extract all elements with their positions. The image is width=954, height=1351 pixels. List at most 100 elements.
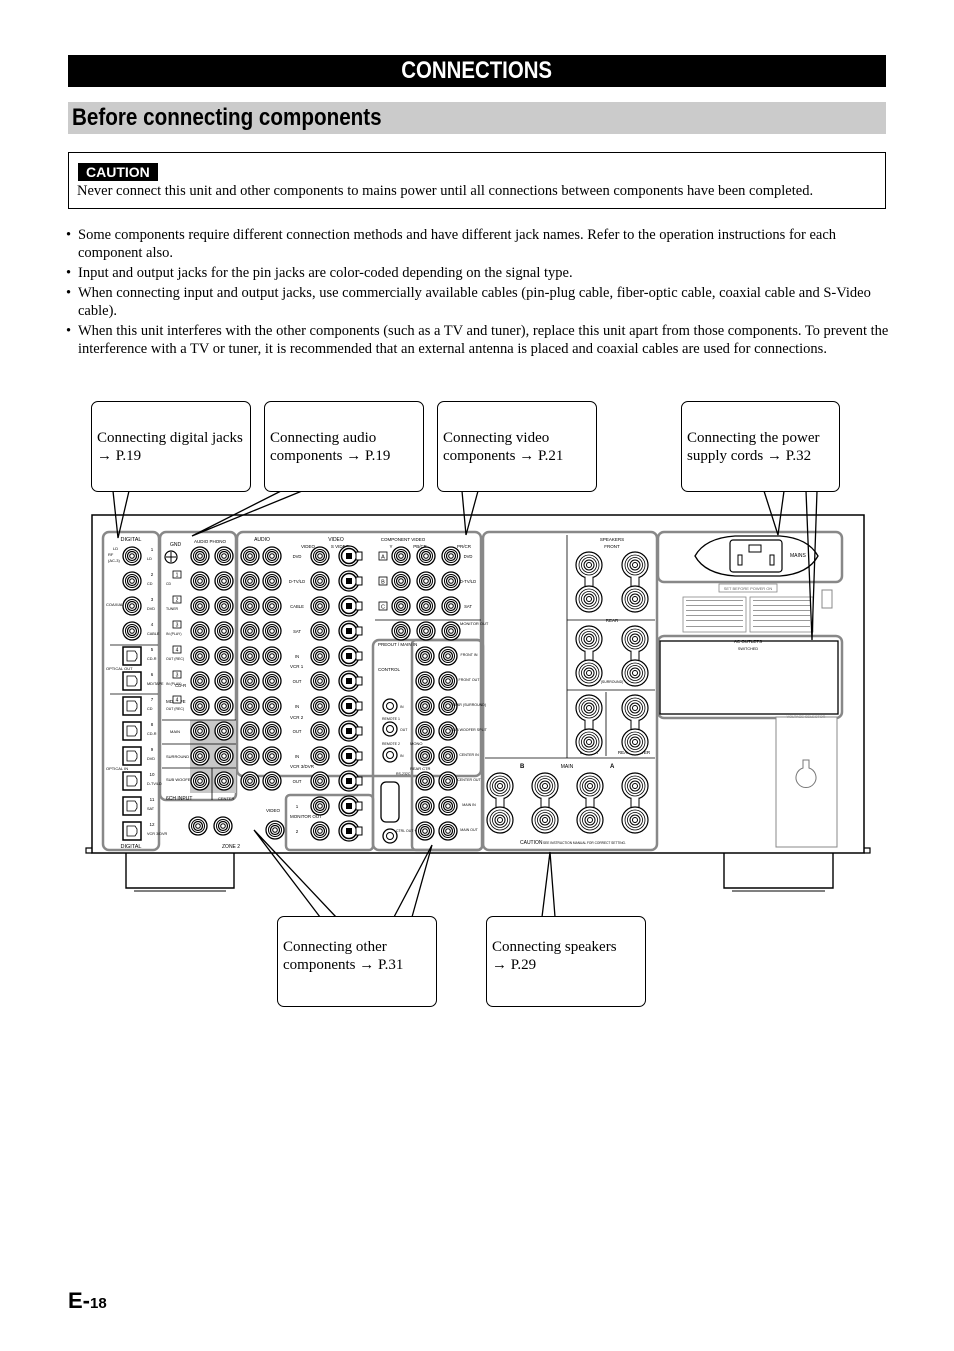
callout-page-ref: components → P.19 — [270, 448, 391, 464]
preout-jack — [415, 821, 435, 841]
rca-jack — [214, 721, 234, 741]
svg-text:PREOUT / MAIN IN: PREOUT / MAIN IN — [378, 642, 417, 647]
preout-row-label: SUB WOOFER SPLIT — [451, 728, 487, 732]
callout-video-components[interactable]: Connecting video components → P.21 — [437, 401, 597, 492]
jack-label: CD-R — [147, 657, 157, 661]
jack-label: LD — [147, 557, 152, 561]
callout-text: Connecting video — [443, 430, 550, 446]
audio-jack — [262, 771, 282, 791]
optical-jack — [122, 746, 142, 766]
jack-label: SAT — [147, 807, 155, 811]
callout-speakers[interactable]: Connecting speakers → P.29 — [486, 916, 646, 1007]
input-label: IN (PLAY) — [166, 682, 182, 686]
callout-text: Connecting digital jacks — [97, 430, 243, 446]
rca-jack — [214, 596, 234, 616]
ac-outlet-panel — [659, 640, 839, 715]
video-jack — [310, 696, 330, 716]
jack-number: 11 — [150, 797, 155, 802]
jack-label: CD — [147, 582, 153, 586]
rca-jack — [190, 621, 210, 641]
svg-text:VCR 3/DVR: VCR 3/DVR — [290, 764, 315, 769]
preout-jack — [415, 721, 435, 741]
svg-text:VIDEO: VIDEO — [328, 537, 344, 543]
callout-page-ref: components → P.21 — [443, 448, 564, 464]
svg-text:REMOTE 1: REMOTE 1 — [382, 717, 400, 721]
video-jack — [310, 621, 330, 641]
rca-jack — [214, 621, 234, 641]
audio-jack — [262, 546, 282, 566]
rca-jack — [190, 721, 210, 741]
svg-text:MAINS: MAINS — [790, 553, 807, 559]
av-row-label: DVD — [293, 554, 302, 559]
callout-digital-jacks[interactable]: Connecting digital jacks → P.19 — [91, 401, 251, 492]
callout-power-supply[interactable]: Connecting the power supply cords → P.32 — [681, 401, 840, 492]
preout-row-label: REAR (SURROUND) — [452, 703, 486, 707]
component-y-jack — [391, 596, 411, 616]
audio-jack — [262, 696, 282, 716]
rca-jack — [214, 571, 234, 591]
rca-jack — [214, 746, 234, 766]
svg-text:OPTICAL OUT: OPTICAL OUT — [106, 666, 133, 671]
jack-label: VCR 3/DVR — [147, 832, 168, 836]
foot-left — [125, 853, 235, 889]
jack-label: DVD — [147, 607, 155, 611]
callout-audio-components[interactable]: Connecting audio components → P.19 — [264, 401, 424, 492]
av-row-label: OUT — [293, 679, 302, 684]
preout-jack — [415, 671, 435, 691]
callout-page-ref: components → P.31 — [283, 957, 404, 973]
svg-text:AUDIO PHONO: AUDIO PHONO — [194, 539, 227, 544]
preout-row-label: FRONT IN — [461, 653, 478, 657]
jack-number: 10 — [149, 772, 155, 777]
component-pb-jack — [416, 546, 436, 566]
component-pr-jack — [441, 546, 461, 566]
rca-jack — [214, 771, 234, 791]
input-number: 4 — [176, 698, 179, 704]
foot-right — [723, 853, 834, 889]
preout-jack — [438, 746, 458, 766]
mono-jack — [415, 746, 435, 766]
video-jack — [310, 596, 330, 616]
preout-row-label: MAIN IN — [462, 803, 476, 807]
page-prefix: E- — [68, 1288, 90, 1313]
rca-jack — [214, 646, 234, 666]
svg-text:MAIN: MAIN — [170, 729, 180, 734]
video-jack — [310, 721, 330, 741]
preout-row-label: CENTER IN — [459, 753, 479, 757]
av-row-label: CABLE — [290, 604, 304, 609]
svg-text:RS-232C: RS-232C — [396, 772, 411, 776]
svg-text:B: B — [520, 764, 525, 770]
component-input-key: B — [381, 580, 385, 586]
rca-jack — [190, 771, 210, 791]
av-row-label: OUT — [293, 729, 302, 734]
callout-text: Connecting speakers — [492, 939, 617, 955]
svg-text:(SURROUND): (SURROUND) — [601, 680, 624, 684]
svg-text:DIGITAL: DIGITAL — [121, 537, 142, 543]
svg-text:SPEAKERS: SPEAKERS — [600, 537, 624, 542]
control-label: IN — [400, 754, 404, 758]
audio-jack — [262, 646, 282, 666]
audio-jack — [240, 721, 260, 741]
audio-jack — [240, 621, 260, 641]
rca-jack — [190, 696, 210, 716]
audio-jack — [262, 746, 282, 766]
callout-text: Connecting audio — [270, 430, 377, 446]
preout-jack — [415, 646, 435, 666]
optical-jack — [122, 771, 142, 791]
zone2-jack — [188, 816, 208, 836]
monitor-video-jack — [310, 821, 330, 841]
callout-page-ref: supply cords → P.32 — [687, 448, 812, 464]
av-row-label: D-TV/LD — [289, 579, 305, 584]
jack-label: DVD — [147, 757, 155, 761]
preout-jack — [415, 696, 435, 716]
rear-ctr-jack — [415, 771, 435, 791]
audio-jack — [240, 596, 260, 616]
jack-number: 12 — [149, 822, 155, 827]
zone2-video-jack — [265, 820, 285, 840]
audio-jack — [262, 596, 282, 616]
input-number: 1 — [176, 573, 179, 579]
callout-other-components[interactable]: Connecting other components → P.31 — [277, 916, 437, 1007]
optical-jack — [122, 646, 142, 666]
optical-jack — [122, 821, 142, 841]
component-pb-jack — [416, 571, 436, 591]
svg-text:A: A — [610, 764, 615, 770]
